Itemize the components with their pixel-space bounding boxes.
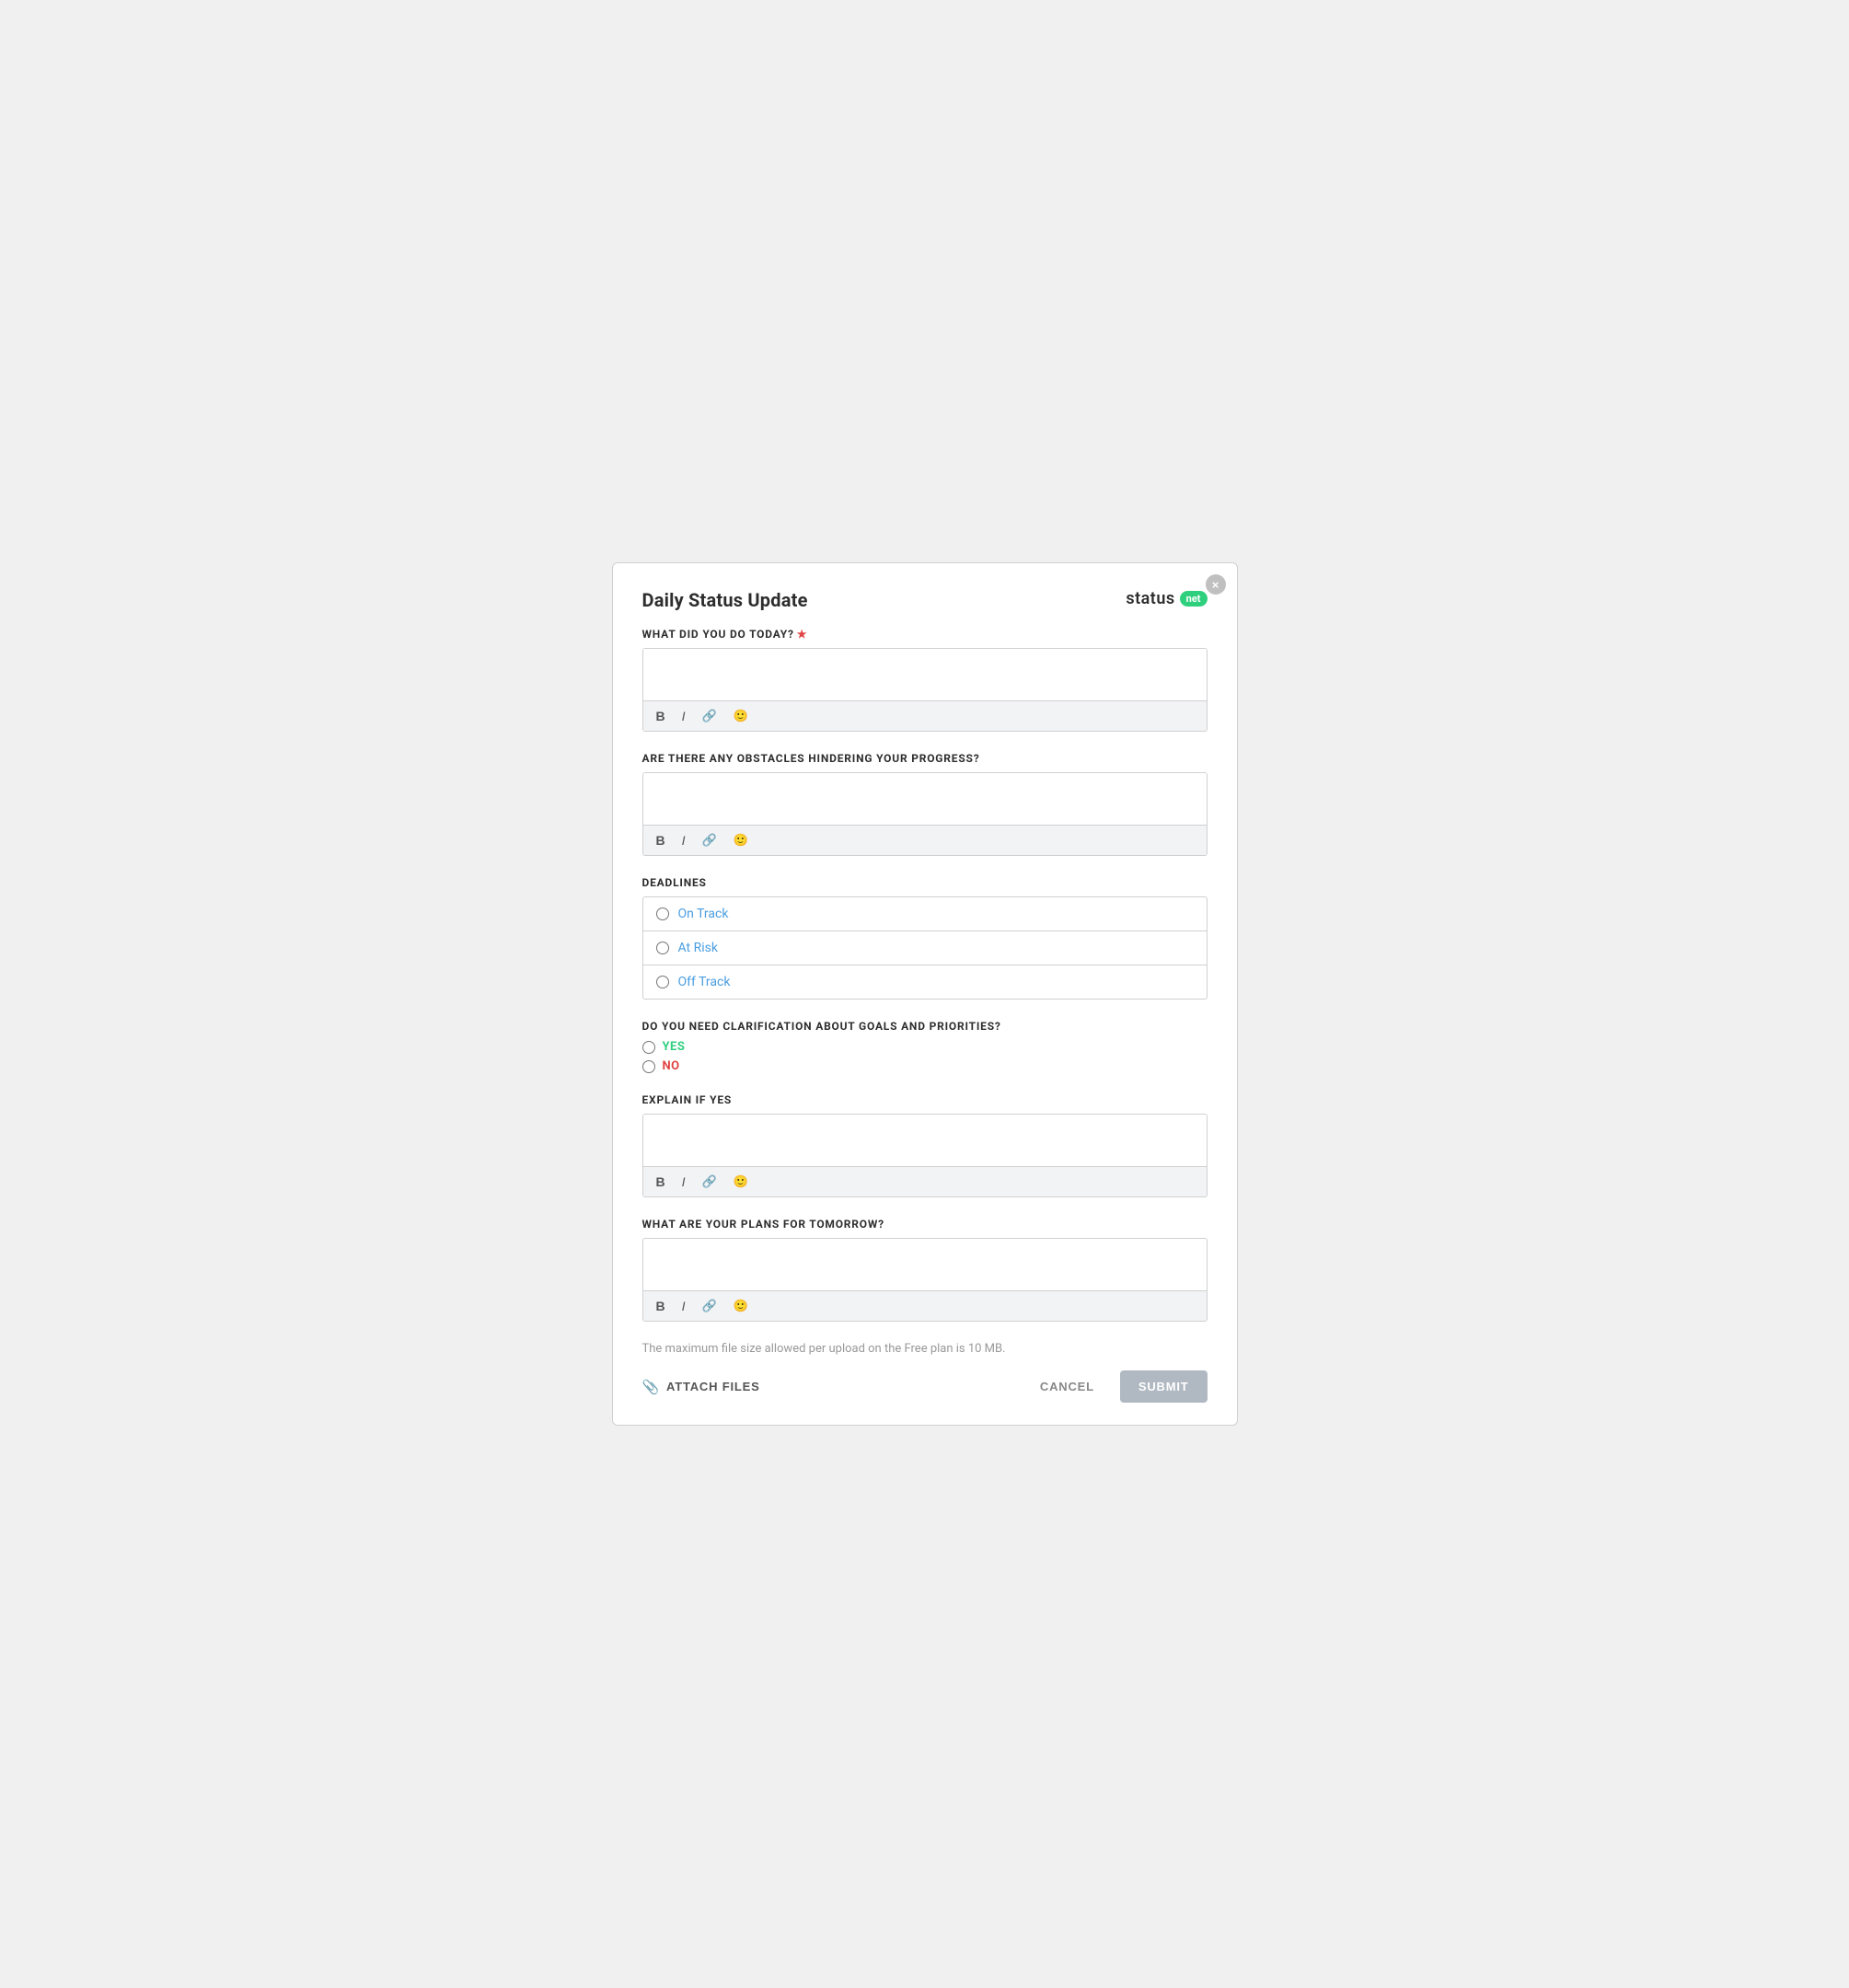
deadlines-off-track[interactable]: Off Track	[642, 965, 1208, 1000]
clarification-no-option[interactable]: NO	[642, 1059, 1208, 1073]
what-today-section: WHAT DID YOU DO TODAY?★ B I 🔗 🙂	[642, 628, 1208, 732]
italic-button-3[interactable]: I	[678, 1173, 689, 1191]
emoji-button-1[interactable]: 🙂	[730, 707, 752, 725]
deadlines-at-risk-label: At Risk	[678, 941, 718, 955]
explain-editor: B I 🔗 🙂	[642, 1114, 1208, 1197]
explain-input[interactable]	[643, 1115, 1207, 1162]
plans-section: WHAT ARE YOUR PLANS FOR TOMORROW? B I 🔗 …	[642, 1218, 1208, 1322]
plans-editor: B I 🔗 🙂	[642, 1238, 1208, 1322]
link-button-3[interactable]: 🔗	[699, 1173, 721, 1191]
clarification-no-label: NO	[663, 1059, 680, 1073]
what-today-editor: B I 🔗 🙂	[642, 648, 1208, 732]
emoji-button-4[interactable]: 🙂	[730, 1297, 752, 1315]
modal-overlay: Daily Status Update status net × WHAT DI…	[612, 562, 1238, 1426]
clarification-label: DO YOU NEED CLARIFICATION ABOUT GOALS AN…	[642, 1020, 1208, 1033]
clarification-yes-label: YES	[663, 1040, 686, 1054]
deadlines-on-track-label: On Track	[678, 907, 729, 921]
clarification-radio-yes[interactable]	[642, 1041, 655, 1054]
bold-button-1[interactable]: B	[653, 707, 669, 725]
deadlines-radio-group: On Track At Risk Off Track	[642, 896, 1208, 1000]
italic-button-2[interactable]: I	[678, 831, 689, 850]
footer-actions: CANCEL SUBMIT	[1029, 1370, 1208, 1403]
clarification-radio-no[interactable]	[642, 1060, 655, 1073]
plans-label: WHAT ARE YOUR PLANS FOR TOMORROW?	[642, 1218, 1208, 1231]
plans-toolbar: B I 🔗 🙂	[643, 1290, 1207, 1321]
deadlines-label: DEADLINES	[642, 876, 1208, 889]
bold-button-3[interactable]: B	[653, 1173, 669, 1191]
obstacles-editor: B I 🔗 🙂	[642, 772, 1208, 856]
link-button-1[interactable]: 🔗	[699, 707, 721, 725]
what-today-label: WHAT DID YOU DO TODAY?★	[642, 628, 1208, 641]
close-button[interactable]: ×	[1206, 574, 1226, 595]
deadlines-radio-off-track[interactable]	[656, 976, 669, 988]
italic-button-1[interactable]: I	[678, 707, 689, 725]
link-button-2[interactable]: 🔗	[699, 831, 721, 850]
link-button-4[interactable]: 🔗	[699, 1297, 721, 1315]
modal-title-block: Daily Status Update	[642, 589, 808, 611]
explain-toolbar: B I 🔗 🙂	[643, 1166, 1207, 1196]
deadlines-on-track[interactable]: On Track	[642, 896, 1208, 930]
modal-header: Daily Status Update status net ×	[642, 589, 1208, 611]
obstacles-label: ARE THERE ANY OBSTACLES HINDERING YOUR P…	[642, 752, 1208, 765]
brand-badge: net	[1180, 591, 1208, 607]
what-today-toolbar: B I 🔗 🙂	[643, 700, 1207, 731]
what-today-input[interactable]	[643, 649, 1207, 697]
deadlines-at-risk[interactable]: At Risk	[642, 930, 1208, 965]
attach-files-label: ATTACH FILES	[666, 1380, 760, 1393]
deadlines-off-track-label: Off Track	[678, 975, 731, 989]
bold-button-4[interactable]: B	[653, 1297, 669, 1315]
paperclip-icon: 📎	[642, 1379, 660, 1395]
modal-title: Daily Status Update	[642, 589, 808, 611]
obstacles-section: ARE THERE ANY OBSTACLES HINDERING YOUR P…	[642, 752, 1208, 856]
plans-input[interactable]	[643, 1239, 1207, 1287]
italic-button-4[interactable]: I	[678, 1297, 689, 1315]
brand-text: status	[1126, 589, 1174, 608]
deadlines-radio-on-track[interactable]	[656, 907, 669, 920]
clarification-section: DO YOU NEED CLARIFICATION ABOUT GOALS AN…	[642, 1020, 1208, 1073]
emoji-button-2[interactable]: 🙂	[730, 831, 752, 850]
submit-button[interactable]: SUBMIT	[1120, 1370, 1208, 1403]
bold-button-2[interactable]: B	[653, 831, 669, 850]
explain-section: EXPLAIN IF YES B I 🔗 🙂	[642, 1093, 1208, 1197]
clarification-yes-option[interactable]: YES	[642, 1040, 1208, 1054]
modal-footer: 📎 ATTACH FILES CANCEL SUBMIT	[642, 1370, 1208, 1403]
file-size-note: The maximum file size allowed per upload…	[642, 1342, 1208, 1356]
cancel-button[interactable]: CANCEL	[1029, 1372, 1105, 1401]
deadlines-radio-at-risk[interactable]	[656, 942, 669, 954]
brand-logo: status net	[1126, 589, 1207, 608]
deadlines-section: DEADLINES On Track At Risk Off Track	[642, 876, 1208, 1000]
obstacles-input[interactable]	[643, 773, 1207, 821]
emoji-button-3[interactable]: 🙂	[730, 1173, 752, 1191]
clarification-radio-group: YES NO	[642, 1040, 1208, 1073]
explain-label: EXPLAIN IF YES	[642, 1093, 1208, 1106]
obstacles-toolbar: B I 🔗 🙂	[643, 825, 1207, 855]
required-star: ★	[797, 628, 808, 641]
modal-container: Daily Status Update status net × WHAT DI…	[612, 562, 1238, 1426]
attach-files-button[interactable]: 📎 ATTACH FILES	[642, 1379, 760, 1395]
